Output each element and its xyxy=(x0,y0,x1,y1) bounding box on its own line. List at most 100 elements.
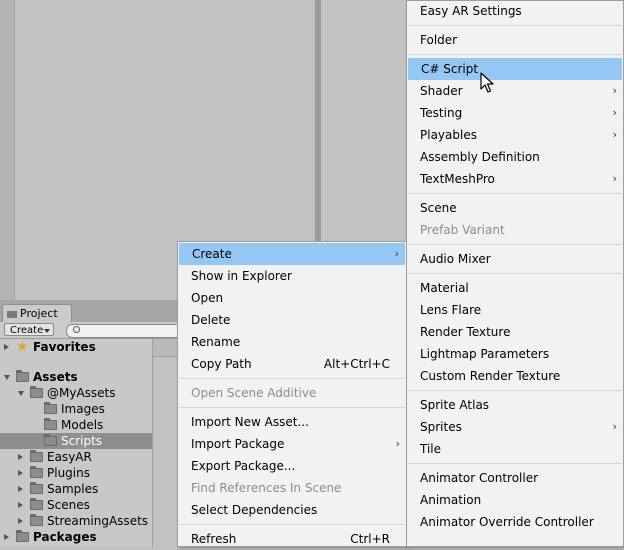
context-menu-item-create[interactable]: Create › xyxy=(179,243,405,265)
menu-item-label: C# Script xyxy=(421,62,479,76)
create-submenu-item-assembly-definition[interactable]: Assembly Definition xyxy=(407,146,623,168)
folder-icon xyxy=(16,370,29,382)
tree-row-scenes[interactable]: Scenes xyxy=(0,497,152,513)
tree-row-plugins[interactable]: Plugins xyxy=(0,465,152,481)
star-icon: ★ xyxy=(16,339,29,355)
context-menu-item-import-new-asset[interactable]: Import New Asset... xyxy=(178,411,406,433)
project-tab[interactable]: Project xyxy=(2,304,72,322)
project-tab-bar: Project xyxy=(0,300,180,322)
menu-item-label: Custom Render Texture xyxy=(420,369,561,383)
context-menu-item-select-dependencies[interactable]: Select Dependencies xyxy=(178,499,406,521)
menu-item-label: Animator Controller xyxy=(420,471,539,485)
tree-row-label: StreamingAssets xyxy=(47,514,149,528)
tree-row-scripts[interactable]: Scripts xyxy=(0,433,152,449)
menu-item-label: Folder xyxy=(420,33,458,47)
create-submenu-item-lens-flare[interactable]: Lens Flare xyxy=(407,299,623,321)
folder-icon xyxy=(30,498,43,510)
folder-icon xyxy=(30,466,43,478)
context-menu-item-copy-path[interactable]: Copy Path Alt+Ctrl+C xyxy=(178,353,406,375)
menu-separator xyxy=(408,54,622,55)
create-submenu-item-lightmap-parameters[interactable]: Lightmap Parameters xyxy=(407,343,623,365)
tree-row-packages[interactable]: Packages xyxy=(0,529,152,545)
create-submenu-item-audio-mixer[interactable]: Audio Mixer xyxy=(407,248,623,270)
folder-icon xyxy=(30,514,43,526)
menu-separator xyxy=(408,25,622,26)
context-menu-item-rename[interactable]: Rename xyxy=(178,331,406,353)
foldout-expanded-icon[interactable] xyxy=(4,375,10,380)
tree-row-label: Plugins xyxy=(47,466,90,480)
menu-item-label: Delete xyxy=(191,313,231,327)
folder-icon xyxy=(30,450,43,462)
chevron-right-icon: › xyxy=(395,437,400,450)
create-submenu-item-shader[interactable]: Shader › xyxy=(407,80,623,102)
context-menu-item-open[interactable]: Open xyxy=(178,287,406,309)
create-submenu-item-scene[interactable]: Scene xyxy=(407,197,623,219)
create-submenu-item-custom-render-texture[interactable]: Custom Render Texture xyxy=(407,365,623,387)
chevron-right-icon: › xyxy=(612,84,617,97)
create-submenu-item-sprite-atlas[interactable]: Sprite Atlas xyxy=(407,394,623,416)
foldout-collapsed-icon[interactable] xyxy=(18,502,23,508)
tree-row-samples[interactable]: Samples xyxy=(0,481,152,497)
foldout-collapsed-icon[interactable] xyxy=(18,518,23,524)
create-submenu-item-easy-ar-settings[interactable]: Easy AR Settings xyxy=(407,0,623,22)
foldout-collapsed-icon[interactable] xyxy=(18,470,23,476)
menu-separator xyxy=(408,390,622,391)
project-folder-tree: ★ Favorites Assets @MyAssets Images Models Scr… xyxy=(0,339,152,547)
tree-row-streamingassets[interactable]: StreamingAssets xyxy=(0,513,152,529)
menu-item-label: Shader xyxy=(420,84,463,98)
menu-item-label: TextMeshPro xyxy=(420,172,495,186)
tree-row-label: Favorites xyxy=(33,340,96,354)
chevron-right-icon: › xyxy=(612,420,617,433)
tree-row-favorites[interactable]: ★ Favorites xyxy=(0,339,152,355)
menu-item-label: Export Package... xyxy=(191,459,296,473)
menu-item-label: Import New Asset... xyxy=(191,415,309,429)
folder-icon xyxy=(44,418,57,430)
menu-separator xyxy=(408,463,622,464)
create-submenu-item-animation[interactable]: Animation xyxy=(407,489,623,511)
tree-row-myassets[interactable]: @MyAssets xyxy=(0,385,152,401)
tree-row-models[interactable]: Models xyxy=(0,417,152,433)
context-menu-item-import-package[interactable]: Import Package › xyxy=(178,433,406,455)
folder-icon xyxy=(44,434,57,446)
menu-separator xyxy=(408,273,622,274)
foldout-collapsed-icon[interactable] xyxy=(18,454,23,460)
create-submenu-item-textmeshpro[interactable]: TextMeshPro › xyxy=(407,168,623,190)
create-submenu-item-playables[interactable]: Playables › xyxy=(407,124,623,146)
context-menu-item-export-package[interactable]: Export Package... xyxy=(178,455,406,477)
menu-item-label: Show in Explorer xyxy=(191,269,292,283)
context-menu-item-show-in-explorer[interactable]: Show in Explorer xyxy=(178,265,406,287)
menu-item-label: Animator Override Controller xyxy=(420,515,594,529)
create-submenu-item-tile[interactable]: Tile xyxy=(407,438,623,460)
tree-row-easyar[interactable]: EasyAR xyxy=(0,449,152,465)
foldout-collapsed-icon[interactable] xyxy=(4,534,9,540)
search-icon xyxy=(73,326,80,333)
menu-item-label: Playables xyxy=(420,128,477,142)
create-submenu-item-render-texture[interactable]: Render Texture xyxy=(407,321,623,343)
tree-row-label: EasyAR xyxy=(47,450,92,464)
menu-item-label: Easy AR Settings xyxy=(420,4,522,18)
foldout-collapsed-icon[interactable] xyxy=(18,486,23,492)
menu-item-label: Lens Flare xyxy=(420,303,482,317)
context-menu-item-delete[interactable]: Delete xyxy=(178,309,406,331)
create-submenu-item-c-script[interactable]: C# Script xyxy=(408,58,622,80)
tree-row-assets[interactable]: Assets xyxy=(0,369,152,385)
create-submenu-item-animator-controller[interactable]: Animator Controller xyxy=(407,467,623,489)
menu-item-label: Audio Mixer xyxy=(420,252,491,266)
tree-row-label: @MyAssets xyxy=(47,386,116,400)
project-tab-folder-icon xyxy=(7,311,17,318)
folder-icon xyxy=(44,402,57,414)
create-submenu-item-material[interactable]: Material xyxy=(407,277,623,299)
create-dropdown-button[interactable]: Create xyxy=(4,323,54,336)
menu-item-label: Create xyxy=(192,247,232,261)
folder-icon xyxy=(30,482,43,494)
folder-icon xyxy=(30,386,43,398)
project-search-input[interactable] xyxy=(66,324,188,338)
create-submenu-item-testing[interactable]: Testing › xyxy=(407,102,623,124)
foldout-expanded-icon[interactable] xyxy=(18,391,24,396)
menu-item-label: Testing xyxy=(420,106,463,120)
tree-row-images[interactable]: Images xyxy=(0,401,152,417)
foldout-collapsed-icon[interactable] xyxy=(4,344,9,350)
create-submenu-item-sprites[interactable]: Sprites › xyxy=(407,416,623,438)
create-submenu-item-animator-override-controller[interactable]: Animator Override Controller xyxy=(407,511,623,533)
create-submenu-item-folder[interactable]: Folder xyxy=(407,29,623,51)
